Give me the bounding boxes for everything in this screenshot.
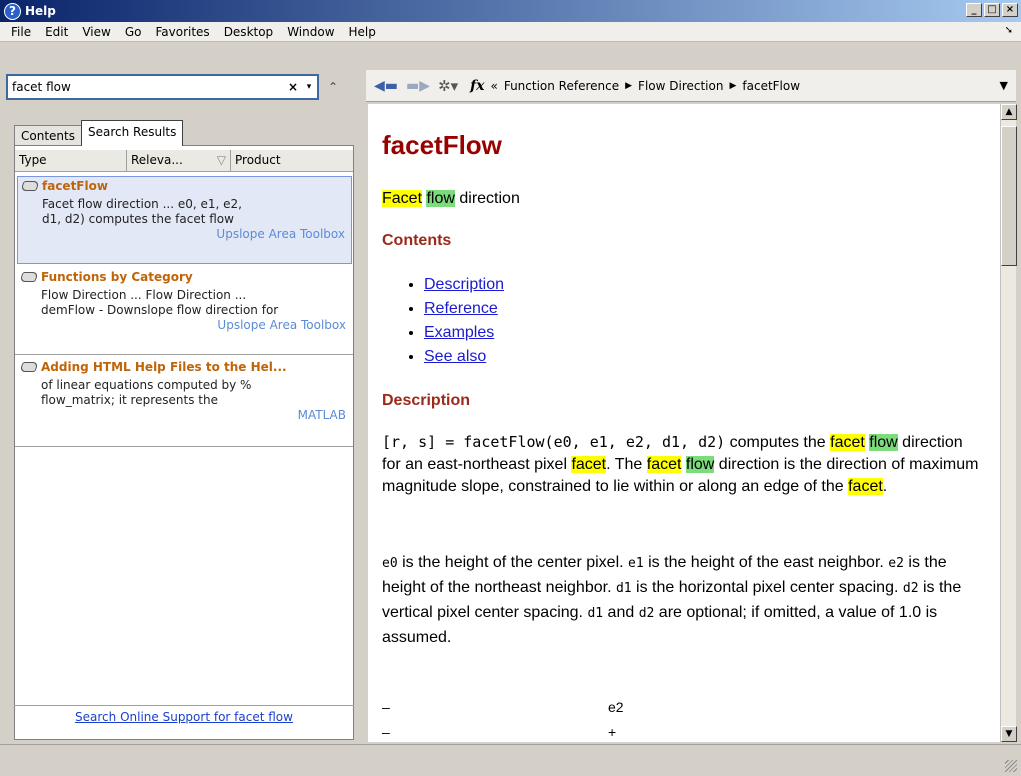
result-item[interactable]: Functions by Category Flow Direction ...… <box>17 268 352 354</box>
tab-contents[interactable]: Contents <box>14 125 82 146</box>
result-title[interactable]: facetFlow <box>42 179 108 193</box>
menu-edit[interactable]: Edit <box>38 25 75 39</box>
doc-content: facetFlow Facet flow direction Contents … <box>368 104 1000 742</box>
book-icon <box>19 362 39 372</box>
window-title: Help <box>25 4 56 18</box>
code-line-1-right: e2 <box>608 699 624 715</box>
scroll-thumb[interactable] <box>1001 126 1017 266</box>
breadcrumb-separator: « <box>490 78 498 93</box>
result-product: Upslope Area Toolbox <box>217 318 346 332</box>
link-description[interactable]: Description <box>424 276 504 293</box>
result-product: MATLAB <box>297 408 346 422</box>
resize-grip-icon[interactable] <box>1005 760 1017 772</box>
menu-desktop[interactable]: Desktop <box>217 25 281 39</box>
doc-title: facetFlow <box>382 130 502 160</box>
doc-summary: Facet flow direction <box>382 190 520 207</box>
link-reference[interactable]: Reference <box>424 300 498 317</box>
menu-favorites[interactable]: Favorites <box>148 25 216 39</box>
description-paragraph-2: e0 is the height of the center pixel. e1… <box>382 554 962 646</box>
clear-search-icon[interactable]: × <box>285 80 301 94</box>
link-examples[interactable]: Examples <box>424 324 494 341</box>
result-separator <box>15 446 353 447</box>
result-item[interactable]: facetFlow Facet flow direction ... e0, e… <box>17 176 352 264</box>
forward-arrow-icon[interactable]: ▬▶ <box>406 78 430 94</box>
result-snippet: Facet flow direction ... e0, e1, e2, <box>42 197 242 211</box>
menu-window[interactable]: Window <box>280 25 341 39</box>
scroll-down-icon[interactable]: ▼ <box>1001 726 1017 742</box>
search-online-support-link[interactable]: Search Online Support for facet flow <box>16 710 352 724</box>
maximize-button[interactable]: □ <box>984 3 1000 17</box>
gear-icon[interactable]: ✲▾ <box>438 77 458 95</box>
menu-chevron-icon[interactable]: ➘ <box>1005 25 1013 36</box>
breadcrumb-item[interactable]: Function Reference <box>504 79 619 93</box>
pane-splitter[interactable] <box>360 66 366 741</box>
book-icon <box>20 181 40 191</box>
search-input-text[interactable]: facet flow <box>12 80 285 94</box>
breadcrumb-item[interactable]: Flow Direction <box>638 79 723 93</box>
menu-view[interactable]: View <box>75 25 117 39</box>
breadcrumb-dropdown-icon[interactable]: ▼ <box>1000 79 1008 92</box>
title-bar: ? Help _ □ × <box>0 0 1021 22</box>
result-snippet: d1, d2) computes the facet flow <box>42 212 234 226</box>
help-app-icon: ? <box>4 2 21 20</box>
sort-descending-icon: ▽ <box>216 153 226 167</box>
tab-search-results[interactable]: Search Results <box>80 120 184 146</box>
search-input[interactable]: facet flow × ▾ <box>6 74 319 100</box>
column-type[interactable]: Type <box>15 150 127 171</box>
result-snippet: flow_matrix; it represents the <box>41 393 218 407</box>
result-separator <box>15 354 353 355</box>
contents-heading: Contents <box>382 232 452 249</box>
breadcrumb-item[interactable]: facetFlow <box>742 79 800 93</box>
result-snippet: demFlow - Downslope flow direction for <box>41 303 279 317</box>
code-line-2: – <box>382 724 390 740</box>
left-tabs: Contents Search Results <box>14 120 184 146</box>
status-bar <box>0 744 1021 776</box>
result-item[interactable]: Adding HTML Help Files to the Hel... of … <box>17 358 352 444</box>
menu-help[interactable]: Help <box>342 25 383 39</box>
search-dropdown-icon[interactable]: ▾ <box>301 82 317 92</box>
result-title[interactable]: Functions by Category <box>41 270 193 284</box>
minimize-button[interactable]: _ <box>966 3 982 17</box>
scroll-up-icon[interactable]: ▲ <box>1001 104 1017 120</box>
chevron-right-icon: ▶ <box>625 80 633 91</box>
code-line-1: – <box>382 699 390 715</box>
content-scrollbar[interactable]: ▲ ▼ <box>1000 104 1017 742</box>
navigation-bar: ◀▬ ▬▶ ✲▾ fx « Function Reference ▶ Flow … <box>366 70 1016 102</box>
description-paragraph-1: [r, s] = facetFlow(e0, e1, e2, d1, d2) c… <box>382 433 979 495</box>
collapse-pane-icon[interactable]: ⌃ <box>328 80 338 94</box>
back-arrow-icon[interactable]: ◀▬ <box>374 78 398 94</box>
chevron-right-icon: ▶ <box>729 80 737 91</box>
close-button[interactable]: × <box>1002 3 1018 17</box>
column-relevance-label: Releva... <box>131 153 183 167</box>
result-title[interactable]: Adding HTML Help Files to the Hel... <box>41 360 287 374</box>
function-browser-icon[interactable]: fx <box>470 78 484 94</box>
column-product[interactable]: Product <box>231 150 353 171</box>
result-snippet: Flow Direction ... Flow Direction ... <box>41 288 247 302</box>
results-column-header: Type Releva... ▽ Product <box>15 150 353 172</box>
book-icon <box>19 272 39 282</box>
description-heading: Description <box>382 392 471 409</box>
menu-go[interactable]: Go <box>118 25 149 39</box>
menu-bar: File Edit View Go Favorites Desktop Wind… <box>0 22 1021 42</box>
search-results-panel: Type Releva... ▽ Product facetFlow Facet… <box>14 145 354 740</box>
menu-file[interactable]: File <box>4 25 38 39</box>
column-relevance[interactable]: Releva... ▽ <box>127 150 231 171</box>
code-line-2-right: + <box>608 724 617 740</box>
link-separator <box>14 705 354 706</box>
result-snippet: of linear equations computed by % <box>41 378 252 392</box>
contents-list: Description Reference Examples See also <box>408 273 504 369</box>
link-see-also[interactable]: See also <box>424 348 486 365</box>
result-product: Upslope Area Toolbox <box>216 227 345 241</box>
